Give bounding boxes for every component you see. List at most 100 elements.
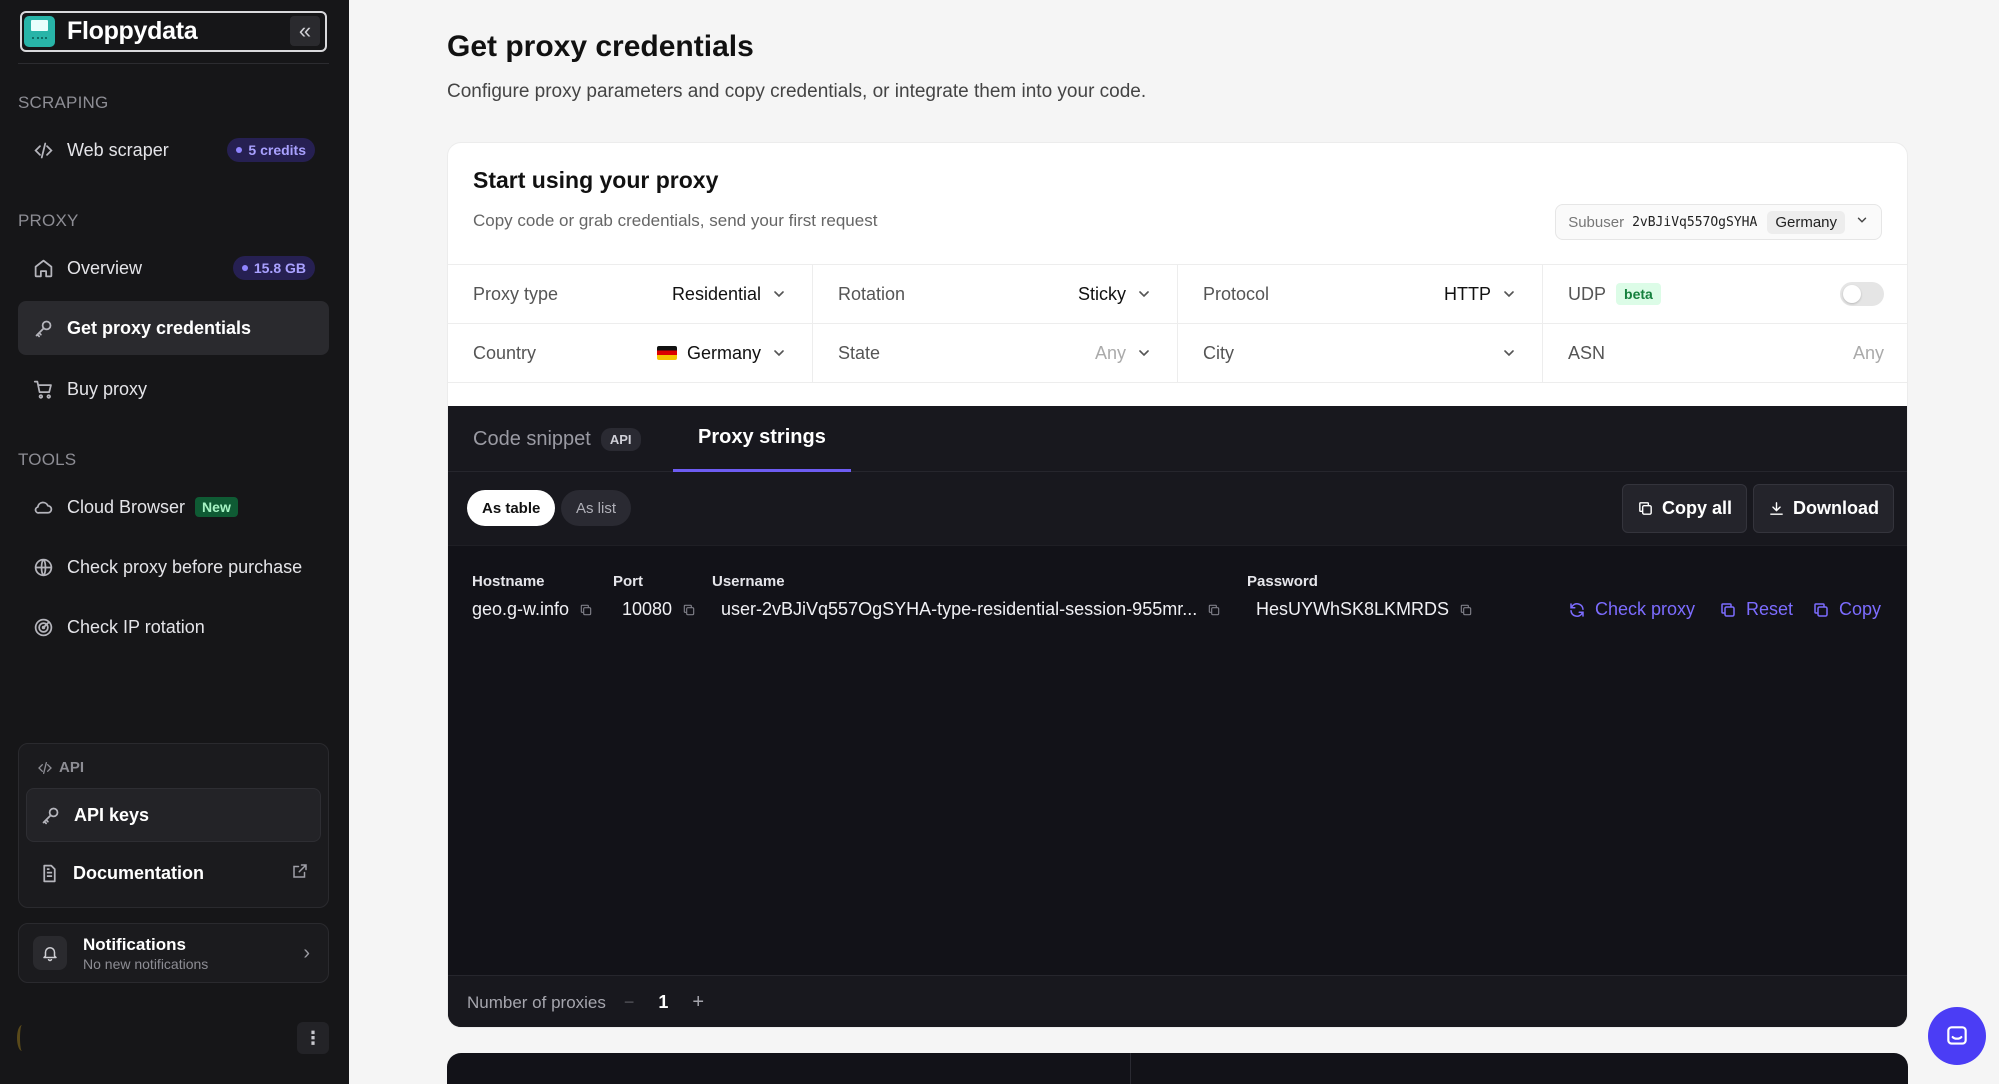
chevron-right-icon: ›	[303, 941, 310, 964]
protocol-label: Protocol	[1203, 283, 1270, 304]
copy-all-button[interactable]: Copy all	[1622, 484, 1748, 533]
copy-icon[interactable]	[682, 603, 696, 617]
section-title-scraping: SCRAPING	[18, 93, 109, 112]
sidebar-item-cloud-browser[interactable]: Cloud Browser New	[18, 480, 329, 534]
port-cell: 10080	[622, 599, 696, 620]
sidebar-item-get-proxy-credentials[interactable]: Get proxy credentials	[18, 301, 329, 355]
column-header-hostname: Hostname	[472, 573, 545, 590]
chevron-down-icon	[1501, 345, 1517, 361]
decrement-button[interactable]: −	[624, 992, 635, 1013]
asn-select[interactable]: ASN Any	[1543, 324, 1907, 382]
country-label: Country	[473, 342, 537, 363]
increment-button[interactable]: +	[692, 991, 704, 1014]
germany-flag-icon	[656, 346, 677, 360]
page-title: Get proxy credentials	[447, 30, 754, 63]
sidebar-item-label: Buy proxy	[67, 378, 148, 399]
chevron-down-icon	[1136, 345, 1152, 361]
more-options-button[interactable]: ⋮	[297, 1022, 329, 1054]
chat-icon	[1947, 1026, 1967, 1045]
brand-header[interactable]: Floppydata «	[20, 11, 327, 52]
download-button[interactable]: Download	[1753, 484, 1894, 533]
sidebar-item-check-proxy-before-purchase[interactable]: Check proxy before purchase	[18, 540, 329, 594]
sidebar-item-label: Overview	[67, 257, 143, 278]
beta-badge: beta	[1616, 283, 1661, 305]
asn-label: ASN	[1568, 342, 1606, 363]
chevron-down-icon	[1136, 286, 1152, 302]
sidebar-item-label: Get proxy credentials	[67, 317, 252, 338]
documentation-link[interactable]: Documentation	[26, 846, 321, 900]
copy-icon[interactable]	[1459, 603, 1473, 617]
column-header-port: Port	[613, 573, 643, 590]
collapse-sidebar-button[interactable]: «	[290, 16, 320, 46]
sidebar-item-check-ip-rotation[interactable]: Check IP rotation	[18, 600, 329, 654]
as-list-toggle[interactable]: As list	[561, 490, 632, 526]
copy-row-button[interactable]: Copy	[1812, 599, 1881, 620]
subuser-country: Germany	[1767, 210, 1845, 234]
output-toolbar: As table As list Copy all Download	[448, 472, 1907, 546]
code-icon	[38, 761, 52, 774]
column-header-username: Username	[712, 573, 785, 590]
home-icon	[32, 257, 54, 279]
new-badge: New	[195, 497, 238, 517]
page-subtitle: Configure proxy parameters and copy cred…	[447, 81, 1147, 102]
api-keys-link[interactable]: API keys	[26, 788, 321, 842]
rotation-select[interactable]: Rotation Sticky	[813, 265, 1178, 323]
api-heading: API	[37, 759, 84, 776]
document-icon	[38, 862, 60, 884]
copy-icon[interactable]	[579, 603, 593, 617]
proxy-card: Start using your proxy Copy code or grab…	[447, 142, 1908, 1028]
udp-label: UDP	[1568, 283, 1607, 304]
section-title-tools: TOOLS	[18, 450, 77, 469]
user-avatar[interactable]	[17, 1025, 27, 1051]
documentation-label: Documentation	[73, 862, 205, 883]
sidebar-item-web-scraper[interactable]: Web scraper 5 credits	[18, 123, 329, 177]
notifications-title: Notifications	[83, 934, 186, 954]
tab-code-snippet[interactable]: Code snippet API	[473, 406, 641, 472]
rotation-label: Rotation	[838, 283, 906, 304]
tab-proxy-strings[interactable]: Proxy strings	[673, 406, 851, 472]
proxy-type-label: Proxy type	[473, 283, 559, 304]
copy-icon[interactable]	[1207, 603, 1221, 617]
check-proxy-button[interactable]: Check proxy	[1568, 599, 1695, 620]
output-tabs: Code snippet API Proxy strings	[448, 406, 1907, 472]
subuser-select[interactable]: Subuser 2vBJiVq557OgSYHA Germany	[1555, 204, 1882, 240]
reset-button[interactable]: Reset	[1719, 599, 1793, 620]
bell-icon	[33, 936, 67, 970]
api-panel: API API keys Documentation	[18, 743, 329, 908]
chat-support-button[interactable]	[1928, 1007, 1986, 1065]
country-select[interactable]: Country Germany	[448, 324, 813, 382]
proxy-output-panel: Code snippet API Proxy strings As table …	[448, 406, 1907, 1027]
as-table-toggle[interactable]: As table	[467, 490, 556, 526]
refresh-icon	[1570, 602, 1584, 617]
brand-name: Floppydata	[67, 17, 198, 45]
card-title: Start using your proxy	[473, 167, 719, 193]
sidebar-item-buy-proxy[interactable]: Buy proxy	[18, 362, 329, 416]
sidebar-item-label: Check IP rotation	[67, 616, 205, 637]
external-link-icon	[291, 862, 309, 885]
proxy-params: Proxy type Residential Rotation Sticky P…	[448, 264, 1907, 383]
column-header-password: Password	[1247, 573, 1318, 590]
protocol-select[interactable]: Protocol HTTP	[1178, 265, 1543, 323]
udp-toggle[interactable]	[1840, 282, 1884, 306]
copy-icon	[1814, 602, 1828, 617]
card-subtitle: Copy code or grab credentials, send your…	[473, 211, 878, 230]
hostname-cell: geo.g-w.info	[472, 599, 593, 620]
protocol-value: HTTP	[1444, 284, 1517, 305]
notifications-panel[interactable]: Notifications No new notifications ›	[18, 923, 329, 983]
state-value: Any	[1095, 343, 1152, 364]
country-value: Germany	[656, 343, 787, 364]
chevron-down-icon	[1501, 286, 1517, 302]
sidebar-item-overview[interactable]: Overview 15.8 GB	[18, 241, 329, 295]
city-label: City	[1203, 342, 1234, 363]
subuser-id: 2vBJiVq557OgSYHA	[1632, 214, 1758, 230]
city-select[interactable]: City	[1178, 324, 1543, 382]
traffic-badge: 15.8 GB	[232, 256, 315, 280]
state-select[interactable]: State Any	[813, 324, 1178, 382]
proxy-type-select[interactable]: Proxy type Residential	[448, 265, 813, 323]
proxy-count-footer: Number of proxies − 1 +	[448, 975, 1907, 1027]
code-icon	[32, 139, 54, 161]
key-icon	[39, 804, 61, 826]
password-cell: HesUYWhSK8LKMRDS	[1256, 599, 1473, 620]
city-value	[1491, 345, 1517, 361]
chevron-down-icon	[1855, 213, 1869, 231]
